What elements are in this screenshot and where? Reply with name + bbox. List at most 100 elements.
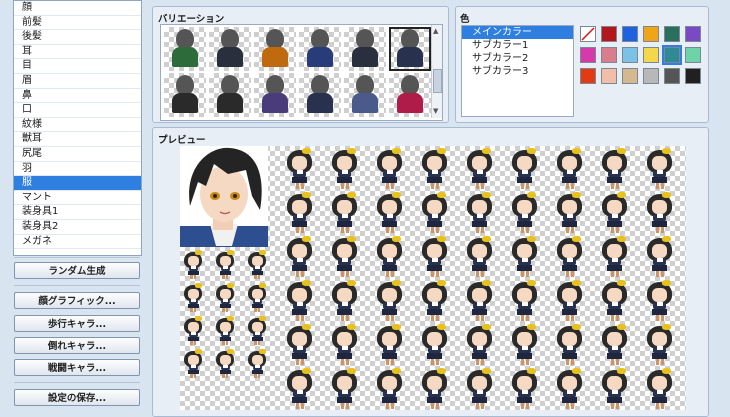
sprite-part bbox=[475, 314, 479, 321]
sprite-part bbox=[565, 182, 569, 189]
sprite-part bbox=[254, 307, 257, 313]
parts-list-item[interactable]: 紋様 bbox=[14, 118, 141, 133]
variation-item[interactable] bbox=[299, 73, 341, 117]
parts-list-item[interactable]: 尻尾 bbox=[14, 147, 141, 162]
color-swatch[interactable] bbox=[580, 47, 596, 63]
variation-outfit-icon bbox=[352, 47, 378, 67]
parts-list-item[interactable]: 口 bbox=[14, 103, 141, 118]
sprite-part bbox=[386, 214, 393, 219]
sprite-part bbox=[258, 274, 261, 280]
variation-item[interactable] bbox=[344, 27, 386, 71]
save-settings-button[interactable]: 設定の保存... bbox=[14, 389, 140, 406]
sprite-part bbox=[476, 258, 483, 263]
scroll-thumb[interactable] bbox=[433, 69, 442, 93]
sprite-part bbox=[296, 302, 303, 307]
variation-grid[interactable] bbox=[160, 24, 443, 121]
parts-list-item[interactable]: マント bbox=[14, 191, 141, 206]
parts-list-item[interactable]: 後髪 bbox=[14, 30, 141, 45]
parts-list-item[interactable]: 目 bbox=[14, 59, 141, 74]
scroll-down-icon[interactable]: ▼ bbox=[433, 107, 438, 115]
face-graphic-button[interactable]: 顔グラフィック... bbox=[14, 292, 140, 309]
color-target-item[interactable]: サブカラー3 bbox=[462, 65, 573, 78]
sprite-part bbox=[562, 288, 578, 303]
parts-list-item[interactable]: 耳 bbox=[14, 45, 141, 60]
sprite-part bbox=[254, 274, 257, 280]
variation-item[interactable] bbox=[389, 27, 431, 71]
color-swatch[interactable] bbox=[643, 47, 659, 63]
parts-list-item[interactable]: 鼻 bbox=[14, 89, 141, 104]
walk-character-button[interactable]: 歩行キャラ... bbox=[14, 315, 140, 332]
color-swatch[interactable] bbox=[601, 68, 617, 84]
color-swatch[interactable] bbox=[580, 26, 596, 42]
sprite-part bbox=[607, 200, 623, 215]
sprite-part bbox=[610, 270, 614, 277]
color-target-item[interactable]: サブカラー1 bbox=[462, 39, 573, 52]
scroll-up-icon[interactable]: ▲ bbox=[433, 27, 438, 35]
character-sprite bbox=[214, 283, 237, 313]
color-swatch[interactable] bbox=[664, 26, 680, 42]
color-swatch[interactable] bbox=[664, 68, 680, 84]
parts-list-item[interactable]: 前髪 bbox=[14, 16, 141, 31]
sprite-part bbox=[472, 200, 488, 215]
color-swatch[interactable] bbox=[685, 26, 701, 42]
sprite-part bbox=[188, 289, 199, 299]
color-swatch[interactable] bbox=[601, 47, 617, 63]
down-character-button[interactable]: 倒れキャラ... bbox=[14, 337, 140, 354]
color-swatch[interactable] bbox=[643, 26, 659, 42]
color-swatch[interactable] bbox=[622, 47, 638, 63]
variation-item[interactable] bbox=[299, 27, 341, 71]
variation-item[interactable] bbox=[164, 73, 206, 117]
parts-list-item[interactable]: 羽 bbox=[14, 162, 141, 177]
variation-item[interactable] bbox=[209, 73, 251, 117]
color-swatch[interactable] bbox=[622, 68, 638, 84]
sprite-part bbox=[390, 226, 394, 233]
sprite-part bbox=[226, 307, 229, 313]
color-target-item[interactable]: メインカラー bbox=[462, 26, 573, 39]
variation-item[interactable] bbox=[389, 73, 431, 117]
color-swatch[interactable] bbox=[601, 26, 617, 42]
color-swatch[interactable] bbox=[685, 47, 701, 63]
sprite-part bbox=[296, 390, 303, 395]
sprite-part bbox=[521, 390, 528, 395]
sprite-part bbox=[223, 265, 228, 269]
sprite-part bbox=[660, 402, 664, 409]
variation-item[interactable] bbox=[209, 27, 251, 71]
color-swatch[interactable] bbox=[622, 26, 638, 42]
parts-list-item[interactable]: 顔 bbox=[14, 1, 141, 16]
variation-item[interactable] bbox=[254, 73, 296, 117]
parts-list-item[interactable]: 服 bbox=[14, 176, 141, 191]
variation-item[interactable] bbox=[164, 27, 206, 71]
character-sprite bbox=[464, 236, 496, 278]
parts-list-item[interactable]: 装身具2 bbox=[14, 220, 141, 235]
color-target-list[interactable]: メインカラー サブカラー1 サブカラー2 サブカラー3 bbox=[461, 25, 574, 117]
variation-scrollbar[interactable]: ▲ ▼ bbox=[431, 25, 442, 118]
sprite-part bbox=[431, 390, 438, 395]
sprite-part bbox=[480, 314, 484, 321]
color-target-item[interactable]: サブカラー2 bbox=[462, 52, 573, 65]
variation-item[interactable] bbox=[254, 27, 296, 71]
color-swatch[interactable] bbox=[580, 68, 596, 84]
random-generate-button[interactable]: ランダム生成 bbox=[14, 262, 140, 279]
sprite-part bbox=[346, 148, 357, 155]
color-swatch[interactable] bbox=[685, 68, 701, 84]
variation-head-icon bbox=[401, 75, 419, 95]
portrait-image bbox=[180, 147, 268, 247]
variation-item[interactable] bbox=[344, 73, 386, 117]
color-swatch[interactable] bbox=[643, 68, 659, 84]
parts-list-item[interactable]: メガネ bbox=[14, 235, 141, 250]
sprite-part bbox=[526, 324, 537, 331]
parts-list-item[interactable]: 眉 bbox=[14, 74, 141, 89]
sprite-part bbox=[301, 192, 312, 199]
battle-character-button[interactable]: 戦闘キャラ... bbox=[14, 359, 140, 376]
character-sprite bbox=[554, 324, 586, 366]
sprite-part bbox=[607, 288, 623, 303]
sprite-part bbox=[652, 200, 668, 215]
parts-list-item[interactable]: 装身具1 bbox=[14, 205, 141, 220]
parts-list[interactable]: 顔前髪 後髪耳目眉鼻口紋様 獣耳 尻尾羽服マント 装身具1 装身具2 メガネ bbox=[13, 0, 142, 256]
sprite-part bbox=[571, 236, 582, 243]
parts-list-item[interactable]: 獣耳 bbox=[14, 132, 141, 147]
sprite-part bbox=[258, 250, 266, 255]
no-color-icon bbox=[581, 27, 595, 41]
sprite-part bbox=[296, 258, 303, 263]
color-swatch[interactable] bbox=[662, 45, 682, 65]
